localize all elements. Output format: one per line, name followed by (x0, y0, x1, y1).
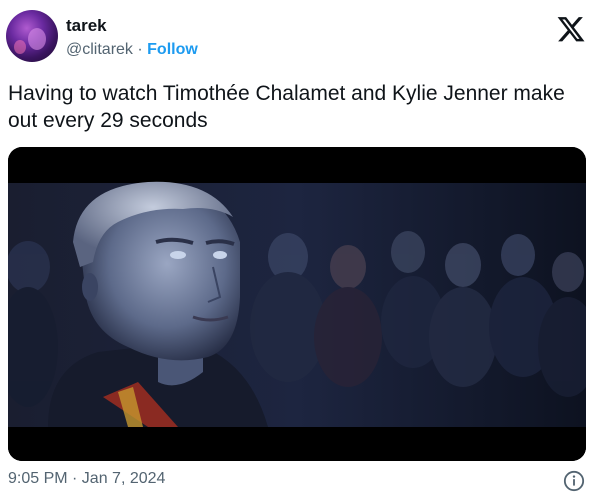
author-handle[interactable]: @clitarek (66, 41, 133, 58)
tweet-media-image[interactable] (8, 147, 586, 461)
author-handle-row: @clitarek · Follow (66, 41, 198, 59)
tweet-text: Having to watch Timothée Chalamet and Ky… (8, 82, 565, 132)
tweet-card: tarek @clitarek · Follow Having to watch… (0, 0, 600, 499)
follow-button[interactable]: Follow (147, 41, 198, 58)
avatar[interactable] (6, 10, 58, 62)
info-icon[interactable] (563, 470, 585, 492)
author-name[interactable]: tarek (66, 16, 107, 36)
x-logo-icon[interactable] (556, 14, 586, 44)
movie-scene-image (8, 147, 586, 461)
tweet-timestamp[interactable]: 9:05 PM · Jan 7, 2024 (8, 470, 165, 488)
separator: · (137, 41, 143, 58)
